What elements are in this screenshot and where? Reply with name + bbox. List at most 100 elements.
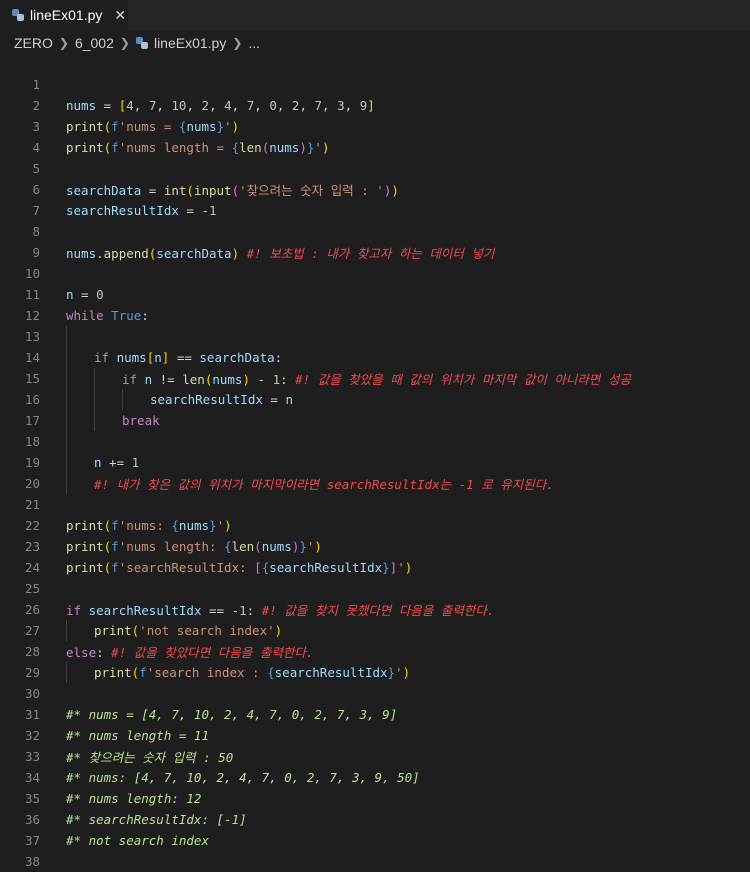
line-number: 2 <box>32 98 40 113</box>
code-token: ' <box>397 560 405 575</box>
code-line[interactable]: 4 print(f'nums length = {len(nums)}') <box>0 137 750 158</box>
code-line[interactable]: 3 print(f'nums = {nums}') <box>0 116 750 137</box>
code-line[interactable]: 9 nums.append(searchData) #! 보초법 : 내가 찾고자… <box>0 242 750 263</box>
code-line[interactable]: 28 else: #! 값을 찾았다면 다음을 출력한다. <box>0 641 750 662</box>
line-number: 19 <box>24 455 40 470</box>
code-line[interactable]: 34 #* nums: [4, 7, 10, 2, 4, 7, 0, 2, 7, … <box>0 767 750 788</box>
close-icon[interactable]: ✕ <box>114 8 126 22</box>
code-token: : <box>280 372 296 387</box>
code-token: , <box>276 98 292 113</box>
code-text: print(f'searchResultIdx: [{searchResultI… <box>66 560 412 575</box>
code-token: searchData <box>156 246 232 261</box>
indent-guide <box>66 662 67 683</box>
code-token: f <box>111 140 119 155</box>
code-text: break <box>122 413 160 428</box>
code-token: } <box>382 560 390 575</box>
line-number: 35 <box>24 791 40 806</box>
code-line[interactable]: 17 break <box>0 410 750 431</box>
code-token: n <box>94 455 102 470</box>
code-token: , <box>209 98 225 113</box>
code-text: if nums[n] == searchData: <box>94 350 282 365</box>
code-line[interactable]: 1 <box>0 74 750 95</box>
code-line[interactable]: 5 <box>0 158 750 179</box>
code-token: : <box>141 308 149 323</box>
code-token: { <box>267 665 275 680</box>
code-token: : <box>274 350 283 365</box>
code-editor[interactable]: 1 2 nums = [4, 7, 10, 2, 4, 7, 0, 2, 7, 3,… <box>0 74 750 872</box>
code-token: #* not search index <box>66 833 209 848</box>
code-line[interactable]: 32 #* nums length = 11 <box>0 725 750 746</box>
breadcrumb-item-symbols[interactable]: ... <box>248 35 260 51</box>
code-token: n <box>144 372 153 387</box>
code-token: , <box>156 98 172 113</box>
code-line[interactable]: 8 <box>0 221 750 242</box>
code-token: n <box>285 392 293 407</box>
code-line[interactable]: 6 searchData = int(input('찾으려는 숫자 입력 : ')… <box>0 179 750 200</box>
line-number: 28 <box>24 644 40 659</box>
code-line[interactable]: 33 #* 찾으려는 숫자 입력 : 50 <box>0 746 750 767</box>
indent-guide <box>66 452 67 473</box>
code-line[interactable]: 15 if n != len(nums) - 1: #! 값을 찾았을 때 값의 … <box>0 368 750 389</box>
breadcrumb-item-file[interactable]: lineEx01.py <box>154 35 226 51</box>
breadcrumb-item-root[interactable]: ZERO <box>14 35 53 51</box>
line-number: 11 <box>24 287 40 302</box>
code-token: ' <box>314 140 322 155</box>
code-line[interactable]: 20 #! 내가 찾은 값의 위치가 마지막이라면 searchResultIdx… <box>0 473 750 494</box>
line-number: 29 <box>24 665 40 680</box>
code-line[interactable]: 35 #* nums length: 12 <box>0 788 750 809</box>
code-token: 0 <box>96 287 104 302</box>
code-token: nums <box>261 539 292 554</box>
code-line[interactable]: 18 <box>0 431 750 452</box>
code-token: ) <box>224 518 232 533</box>
code-line[interactable]: 22 print(f'nums: {nums}') <box>0 515 750 536</box>
editor-tab[interactable]: lineEx01.py ✕ <box>0 0 128 30</box>
indent-guide <box>66 389 67 410</box>
code-text: #* 찾으려는 숫자 입력 : 50 <box>66 747 233 766</box>
code-token: } <box>209 518 217 533</box>
code-token: if <box>66 603 82 618</box>
line-number: 5 <box>32 161 40 176</box>
code-token: if <box>94 350 110 365</box>
line-number: 8 <box>32 224 40 239</box>
code-token: ) <box>274 623 283 638</box>
code-line[interactable]: 36 #* searchResultIdx: [-1] <box>0 809 750 830</box>
code-text: n += 1 <box>94 455 139 470</box>
code-line[interactable]: 29 print(f'search index : {searchResultId… <box>0 662 750 683</box>
code-line[interactable]: 16 searchResultIdx = n <box>0 389 750 410</box>
code-token: 3 <box>337 98 345 113</box>
code-token: = <box>73 287 97 302</box>
code-line[interactable]: 24 print(f'searchResultIdx: [{searchResul… <box>0 557 750 578</box>
code-line[interactable]: 14 if nums[n] == searchData: <box>0 347 750 368</box>
code-line[interactable]: 19 n += 1 <box>0 452 750 473</box>
code-token: searchResultIdx <box>274 665 388 680</box>
code-line[interactable]: 7 searchResultIdx = -1 <box>0 200 750 221</box>
code-line[interactable]: 27 print('not search index') <box>0 620 750 641</box>
code-line[interactable]: 10 <box>0 263 750 284</box>
code-token: n <box>154 350 162 365</box>
code-line[interactable]: 31 #* nums = [4, 7, 10, 2, 4, 7, 0, 2, 7,… <box>0 704 750 725</box>
code-line[interactable]: 2 nums = [4, 7, 10, 2, 4, 7, 0, 2, 7, 3, … <box>0 95 750 116</box>
code-line[interactable]: 11 n = 0 <box>0 284 750 305</box>
code-line[interactable]: 23 print(f'nums length: {len(nums)}') <box>0 536 750 557</box>
code-token: ( <box>254 539 262 554</box>
code-token: ) <box>231 119 240 134</box>
code-text: print(f'nums length: {len(nums)}') <box>66 539 322 554</box>
code-line[interactable]: 37 #* not search index <box>0 830 750 851</box>
code-text: while True: <box>66 308 149 323</box>
breadcrumb-item-folder[interactable]: 6_002 <box>75 35 114 51</box>
line-number: 27 <box>24 623 40 638</box>
code-token: 4 <box>126 98 134 113</box>
code-token: ) <box>231 246 240 261</box>
code-token: 'nums length = <box>118 140 232 155</box>
code-line[interactable]: 30 <box>0 683 750 704</box>
code-line[interactable]: 25 <box>0 578 750 599</box>
line-number: 38 <box>24 854 40 869</box>
code-token: 1 <box>272 372 281 387</box>
code-token: - <box>249 372 273 387</box>
code-line[interactable]: 21 <box>0 494 750 515</box>
code-line[interactable]: 13 <box>0 326 750 347</box>
code-line[interactable]: 12 while True: <box>0 305 750 326</box>
code-line[interactable]: 26 if searchResultIdx == -1: #! 값을 찾지 못했다… <box>0 599 750 620</box>
code-token: #! 값을 찾았을 때 값의 위치가 마지막 값이 아니라면 성공 <box>295 372 631 387</box>
code-line[interactable]: 38 <box>0 851 750 872</box>
